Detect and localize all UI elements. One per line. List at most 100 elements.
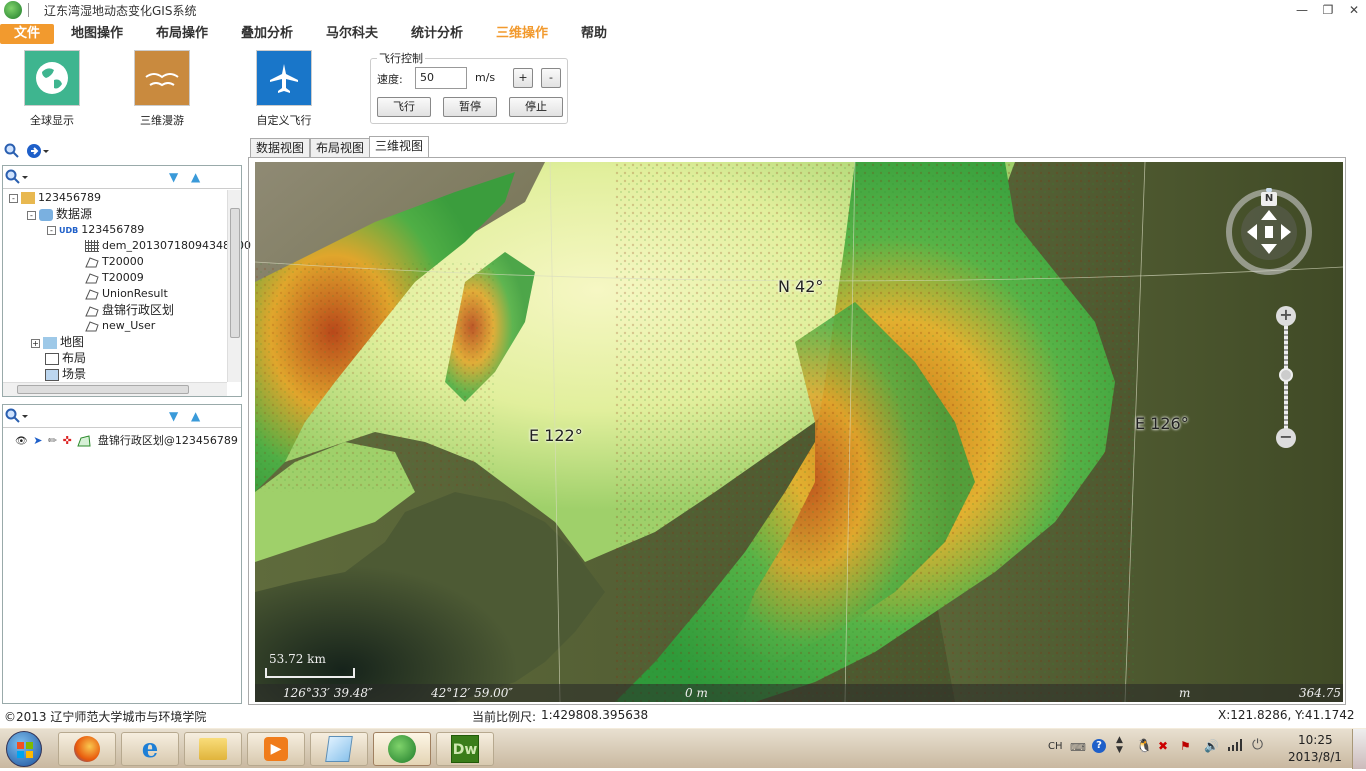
zoom-out-button[interactable]: − — [1276, 428, 1296, 448]
tab-data-view[interactable]: 数据视图 — [250, 138, 311, 158]
media-player-icon: ▶ — [264, 737, 288, 761]
show-desktop-button[interactable] — [1352, 729, 1366, 769]
tree-layout-label: 布局 — [62, 351, 87, 365]
power-icon[interactable]: ⏻ — [1252, 737, 1263, 753]
fly-button[interactable]: 飞行 — [377, 97, 431, 117]
qq-icon[interactable]: 🐧 — [1136, 739, 1152, 754]
taskbar-notepad[interactable] — [310, 732, 368, 766]
tree-datasource[interactable]: - 数据源 — [27, 206, 92, 222]
signal-icon[interactable] — [1228, 739, 1244, 754]
3d-scene-view[interactable]: N 42° E 122° E 126° N + − 53.72 km 126°3… — [255, 162, 1343, 702]
status-unit: m — [1179, 686, 1191, 700]
scale-bar-label: 53.72 km — [269, 652, 326, 666]
search-icon[interactable] — [4, 143, 20, 162]
udb-icon: UDB — [59, 226, 79, 235]
move-up-icon[interactable]: ▲ — [191, 170, 200, 184]
expand-icon[interactable]: + — [31, 338, 40, 348]
taskbar-firefox[interactable] — [58, 732, 116, 766]
vertical-scrollbar[interactable] — [227, 190, 241, 382]
taskbar-ie[interactable]: e — [121, 732, 179, 766]
scrollbar-thumb[interactable] — [17, 385, 189, 394]
ie-icon: e — [141, 734, 159, 764]
tree-scene[interactable]: 场景 — [45, 366, 86, 382]
tree-map[interactable]: + 地图 — [31, 334, 84, 350]
speed-minus-button[interactable]: - — [541, 68, 561, 88]
network-warning-icon[interactable]: ✖ — [1158, 739, 1168, 753]
menu-3d-ops[interactable]: 三维操作 — [493, 24, 551, 44]
help-icon[interactable]: ? — [1092, 739, 1106, 753]
speed-plus-button[interactable]: + — [513, 68, 533, 88]
taskbar: e ▶ Dw CH ⌨ ? ▲ ▼ 🐧 ✖ ⚑ 🔊 ⏻ 10:25 2013/8/… — [0, 728, 1366, 769]
menu-markov[interactable]: 马尔科夫 — [323, 24, 381, 44]
menu-statistics[interactable]: 统计分析 — [408, 24, 466, 44]
horizontal-scrollbar[interactable] — [3, 382, 227, 396]
custom-flight-button[interactable]: 自定义飞行 — [252, 50, 316, 128]
taskbar-media-player[interactable]: ▶ — [247, 732, 305, 766]
dataset-label: UnionResult — [102, 287, 168, 300]
layer-move-up-icon[interactable]: ▲ — [191, 409, 200, 423]
menu-help[interactable]: 帮助 — [578, 24, 610, 44]
zoom-in-button[interactable]: + — [1276, 306, 1296, 326]
tree-dataset-t20000[interactable]: T20000 — [85, 254, 144, 270]
tray-expand-icon[interactable]: ▲ ▼ — [1116, 735, 1123, 755]
tree-dataset-t20009[interactable]: T20009 — [85, 270, 144, 286]
tree-dataset-newuser[interactable]: new_User — [85, 318, 155, 334]
menu-map-ops[interactable]: 地图操作 — [68, 24, 126, 44]
polygon-icon — [85, 305, 99, 317]
clock-time[interactable]: 10:25 — [1298, 733, 1333, 747]
snap-crosshair-icon[interactable]: ✜ — [63, 434, 72, 447]
restore-button[interactable]: ❐ — [1318, 2, 1338, 18]
visibility-eye-icon[interactable]: 👁 — [15, 436, 28, 447]
selectable-arrow-icon[interactable]: ➤ — [33, 434, 42, 447]
keyboard-icon[interactable]: ⌨ — [1070, 741, 1086, 754]
scrollbar-thumb[interactable] — [230, 208, 240, 338]
tab-layout-view[interactable]: 布局视图 — [310, 138, 371, 158]
global-view-button[interactable]: 全球显示 — [22, 50, 82, 128]
input-language[interactable]: CH — [1048, 741, 1063, 752]
menu-layout-ops[interactable]: 布局操作 — [153, 24, 211, 44]
3d-roam-button[interactable]: 三维漫游 — [132, 50, 192, 128]
stop-button[interactable]: 停止 — [509, 97, 563, 117]
zoom-slider[interactable]: + − — [1276, 306, 1296, 450]
speaker-icon[interactable]: 🔊 — [1204, 739, 1219, 753]
tree-dataset-panjin[interactable]: 盘锦行政区划 — [85, 302, 174, 318]
dataset-label: 盘锦行政区划 — [102, 303, 175, 317]
app-icon — [4, 1, 22, 19]
close-button[interactable]: ✕ — [1344, 2, 1364, 18]
collapse-icon[interactable]: - — [27, 210, 36, 220]
compass-north-icon[interactable]: N — [1261, 192, 1277, 206]
clock-date[interactable]: 2013/8/1 — [1288, 750, 1342, 764]
tree-layout[interactable]: 布局 — [45, 350, 86, 366]
move-down-icon[interactable]: ▼ — [169, 170, 178, 184]
workspace-search-icon[interactable] — [5, 169, 29, 188]
taskbar-explorer[interactable] — [184, 732, 242, 766]
datasource-icon — [39, 209, 53, 221]
panel-divider — [3, 188, 241, 189]
title-separator — [28, 3, 29, 17]
taskbar-gis-app[interactable] — [373, 732, 431, 766]
collapse-icon[interactable]: - — [47, 225, 56, 235]
firefox-icon — [74, 736, 100, 762]
editable-pencil-icon[interactable]: ✏ — [48, 434, 57, 447]
pause-button[interactable]: 暂停 — [443, 97, 497, 117]
layer-search-icon[interactable] — [5, 408, 29, 427]
speed-input[interactable]: 50 — [415, 67, 467, 89]
layer-item[interactable]: 👁 ➤ ✏ ✜ 盘锦行政区划@123456789 — [15, 433, 238, 449]
cursor-coords: X:121.8286, Y:41.1742 — [1218, 708, 1355, 722]
taskbar-dreamweaver[interactable]: Dw — [436, 732, 494, 766]
minimize-button[interactable]: — — [1292, 2, 1312, 18]
navigation-compass[interactable]: N — [1225, 187, 1313, 276]
tab-3d-view[interactable]: 三维视图 — [369, 136, 430, 158]
action-center-icon[interactable]: ⚑ — [1180, 739, 1191, 753]
collapse-icon[interactable]: - — [9, 193, 18, 203]
navigate-icon[interactable] — [26, 143, 50, 162]
menu-file[interactable]: 文件 — [0, 24, 54, 44]
zoom-thumb[interactable] — [1279, 368, 1293, 382]
menu-overlay-analysis[interactable]: 叠加分析 — [238, 24, 296, 44]
start-button[interactable] — [6, 731, 42, 767]
layer-move-down-icon[interactable]: ▼ — [169, 409, 178, 423]
tree-udb[interactable]: - UDB 123456789 — [47, 222, 144, 238]
tree-dataset-unionresult[interactable]: UnionResult — [85, 286, 168, 302]
tree-root[interactable]: - 123456789 — [9, 190, 101, 206]
scale-bar — [265, 668, 355, 678]
